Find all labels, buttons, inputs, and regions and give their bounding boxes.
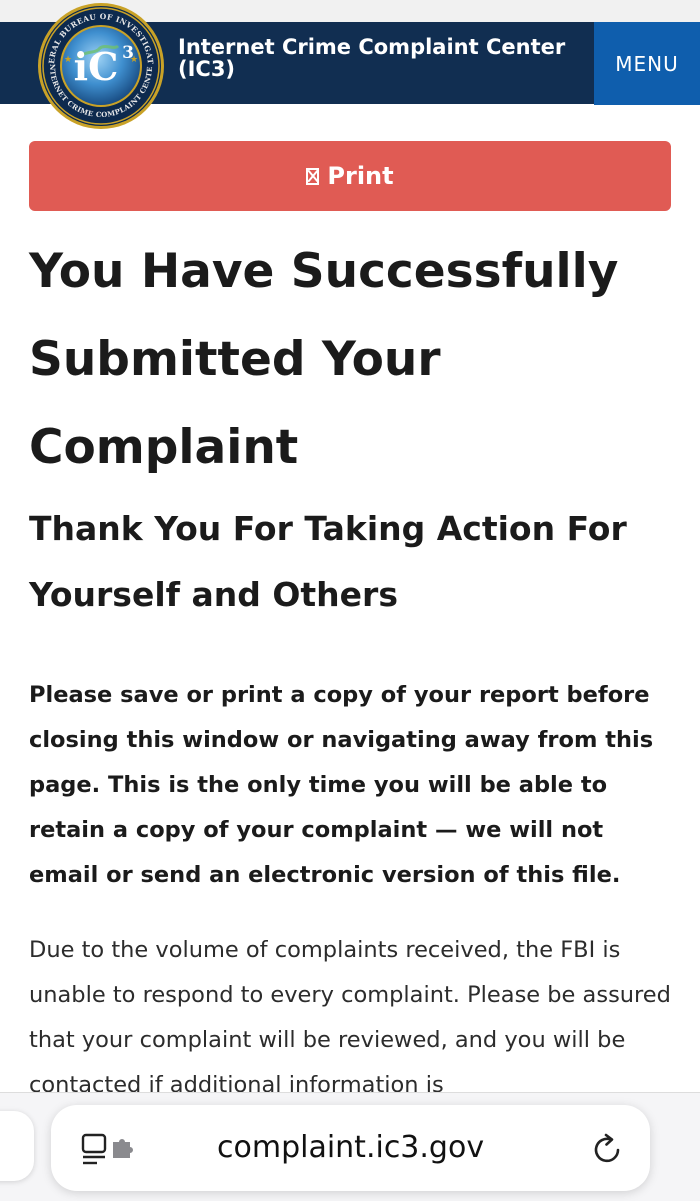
browser-toolbar: complaint.ic3.gov bbox=[0, 1092, 700, 1201]
save-notice: Please save or print a copy of your repo… bbox=[29, 682, 654, 888]
page-subtitle: Thank You For Taking Action For Yourself… bbox=[29, 509, 627, 614]
page-title: You Have Successfully Submitted Your Com… bbox=[29, 244, 619, 475]
print-label: Print bbox=[327, 162, 394, 190]
print-button[interactable]: Print bbox=[29, 141, 671, 211]
menu-label: MENU bbox=[615, 51, 679, 76]
missing-glyph-icon bbox=[306, 167, 320, 185]
url-text[interactable]: complaint.ic3.gov bbox=[217, 1127, 484, 1169]
ic3-seal-logo[interactable]: FEDERAL BUREAU OF INVESTIGATION INTERNET… bbox=[26, 0, 176, 130]
svg-text:★: ★ bbox=[64, 55, 72, 65]
address-bar[interactable]: complaint.ic3.gov bbox=[51, 1105, 650, 1191]
menu-button[interactable]: MENU bbox=[594, 22, 700, 105]
reader-extension-icon[interactable] bbox=[81, 1132, 137, 1166]
svg-text:iC: iC bbox=[74, 44, 119, 89]
site-title[interactable]: Internet Crime Complaint Center (IC3) bbox=[178, 36, 588, 80]
svg-text:★: ★ bbox=[130, 55, 138, 65]
response-info-text: Due to the volume of complaints received… bbox=[29, 937, 671, 1098]
reload-icon[interactable] bbox=[591, 1133, 625, 1167]
tab-switcher-edge[interactable] bbox=[0, 1111, 34, 1181]
